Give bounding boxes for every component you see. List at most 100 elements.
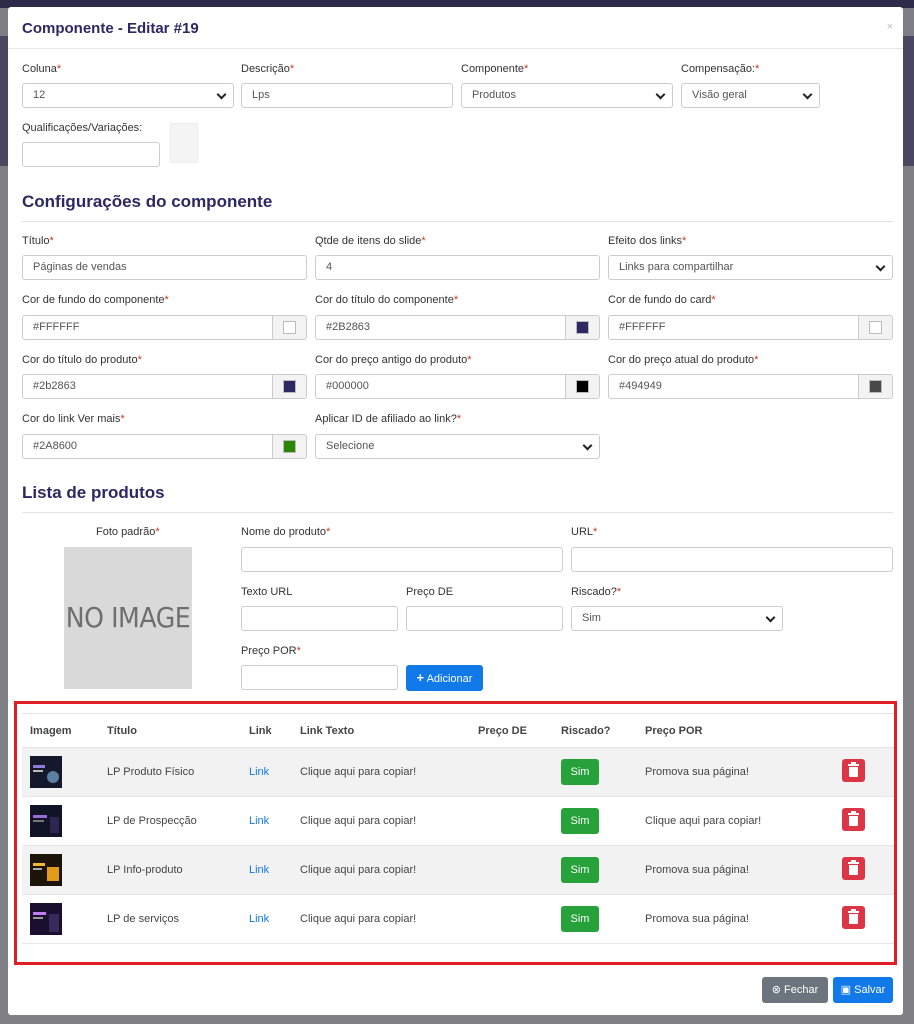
titulo-input[interactable]: Páginas de vendas	[22, 255, 307, 280]
row-preco-por: Promova sua página!	[637, 845, 834, 895]
url-input[interactable]	[571, 547, 893, 572]
col-actions	[834, 713, 894, 748]
riscado-badge[interactable]: Sim	[561, 906, 599, 932]
row-titulo: LP de Prospecção	[99, 796, 241, 846]
close-icon[interactable]: ×	[887, 21, 893, 33]
delete-button[interactable]	[842, 857, 865, 880]
qtde-input[interactable]: 4	[315, 255, 600, 280]
nome-input[interactable]	[241, 547, 563, 572]
preco-por-input[interactable]	[241, 665, 398, 690]
product-thumbnail	[30, 805, 62, 837]
color-picker-button[interactable]	[858, 316, 892, 339]
descricao-input[interactable]: Lps	[241, 83, 453, 108]
cor-fundo-card-label: Cor de fundo do card*	[608, 294, 716, 306]
compensacao-select[interactable]: Visão geral	[681, 83, 820, 108]
efeito-select[interactable]: Links para compartilhar	[608, 255, 893, 280]
table-row: LP Info-produto Link Clique aqui para co…	[22, 845, 894, 895]
foto-label: Foto padrão*	[96, 526, 160, 538]
qtde-label: Qtde de itens do slide*	[315, 235, 426, 247]
row-preco-por: Clique aqui para copiar!	[637, 796, 834, 846]
row-preco-por: Promova sua página!	[637, 747, 834, 797]
delete-button[interactable]	[842, 906, 865, 929]
row-link-texto: Clique aqui para copiar!	[292, 796, 470, 846]
cor-titulo-prod-label: Cor do título do produto*	[22, 354, 142, 366]
color-picker-button[interactable]	[858, 375, 892, 398]
aplicar-id-label: Aplicar ID de afiliado ao link?*	[315, 413, 462, 425]
modal-title: Componente - Editar #19	[22, 20, 199, 37]
product-thumbnail	[30, 756, 62, 788]
url-label: URL*	[571, 526, 598, 538]
componente-label: Componente*	[461, 63, 529, 75]
col-riscado: Riscado?	[553, 713, 637, 748]
col-titulo: Título	[99, 713, 241, 748]
compensacao-label: Compensação:*	[681, 63, 760, 75]
table-row: LP Produto Físico Link Clique aqui para …	[22, 747, 894, 797]
row-preco-de	[470, 845, 553, 895]
riscado-badge[interactable]: Sim	[561, 759, 599, 785]
color-picker-button[interactable]	[272, 316, 306, 339]
edit-component-modal: Componente - Editar #19 × Coluna* 12 Des…	[8, 7, 903, 1015]
product-thumbnail	[30, 854, 62, 886]
cor-link-input[interactable]: #2A8600	[22, 434, 307, 459]
cor-preco-antigo-input[interactable]: #000000	[315, 374, 600, 399]
row-link-texto: Clique aqui para copiar!	[292, 747, 470, 797]
riscado-label: Riscado?*	[571, 586, 622, 598]
color-swatch	[576, 380, 589, 393]
table-row: LP de Prospecção Link Clique aqui para c…	[22, 796, 894, 846]
preco-de-label: Preço DE	[406, 586, 454, 598]
col-link: Link	[241, 713, 292, 748]
variation-thumbnail	[170, 123, 198, 163]
close-circle-icon: ⊗	[771, 984, 781, 996]
color-swatch	[869, 321, 882, 334]
cor-preco-atual-label: Cor do preço atual do produto*	[608, 354, 759, 366]
componente-select[interactable]: Produtos	[461, 83, 673, 108]
texto-url-input[interactable]	[241, 606, 398, 631]
cor-titulo-prod-input[interactable]: #2b2863	[22, 374, 307, 399]
qualificacoes-input[interactable]	[22, 142, 160, 167]
color-picker-button[interactable]	[565, 316, 599, 339]
cor-titulo-comp-label: Cor do título do componente*	[315, 294, 459, 306]
titulo-label: Título*	[22, 235, 54, 247]
riscado-select[interactable]: Sim	[571, 606, 783, 631]
no-image-placeholder[interactable]: NO IMAGE	[64, 547, 192, 689]
color-swatch	[576, 321, 589, 334]
close-button[interactable]: ⊗ Fechar	[762, 977, 828, 1003]
col-imagem: Imagem	[22, 713, 99, 748]
color-picker-button[interactable]	[272, 435, 306, 458]
products-section-title: Lista de produtos	[22, 483, 165, 502]
plus-icon: +	[416, 670, 425, 685]
row-titulo: LP Produto Físico	[99, 747, 241, 797]
cor-fundo-comp-input[interactable]: #FFFFFF	[22, 315, 307, 340]
color-picker-button[interactable]	[565, 375, 599, 398]
color-swatch	[283, 380, 296, 393]
preco-por-label: Preço POR*	[241, 645, 301, 657]
product-thumbnail	[30, 903, 62, 935]
cor-titulo-comp-input[interactable]: #2B2863	[315, 315, 600, 340]
aplicar-id-select[interactable]: Selecione	[315, 434, 600, 459]
preco-de-input[interactable]	[406, 606, 563, 631]
row-link-texto: Clique aqui para copiar!	[292, 845, 470, 895]
delete-button[interactable]	[842, 759, 865, 782]
coluna-select[interactable]: 12	[22, 83, 234, 108]
add-product-button[interactable]: + Adicionar	[406, 665, 483, 691]
row-titulo: LP de serviços	[99, 894, 241, 944]
row-link[interactable]: Link	[249, 815, 269, 827]
riscado-badge[interactable]: Sim	[561, 808, 599, 834]
delete-button[interactable]	[842, 808, 865, 831]
row-preco-de	[470, 747, 553, 797]
col-link-texto: Link Texto	[292, 713, 470, 748]
color-picker-button[interactable]	[272, 375, 306, 398]
row-link[interactable]: Link	[249, 766, 269, 778]
cor-fundo-card-input[interactable]: #FFFFFF	[608, 315, 893, 340]
save-button[interactable]: ▣ Salvar	[833, 977, 893, 1003]
cor-preco-atual-input[interactable]: #494949	[608, 374, 893, 399]
cor-fundo-comp-label: Cor de fundo do componente*	[22, 294, 169, 306]
row-link[interactable]: Link	[249, 913, 269, 925]
texto-url-label: Texto URL	[241, 586, 293, 598]
row-titulo: LP Info-produto	[99, 845, 241, 895]
row-preco-de	[470, 796, 553, 846]
row-link-texto: Clique aqui para copiar!	[292, 894, 470, 944]
floppy-disk-icon: ▣	[840, 984, 852, 996]
row-link[interactable]: Link	[249, 864, 269, 876]
riscado-badge[interactable]: Sim	[561, 857, 599, 883]
